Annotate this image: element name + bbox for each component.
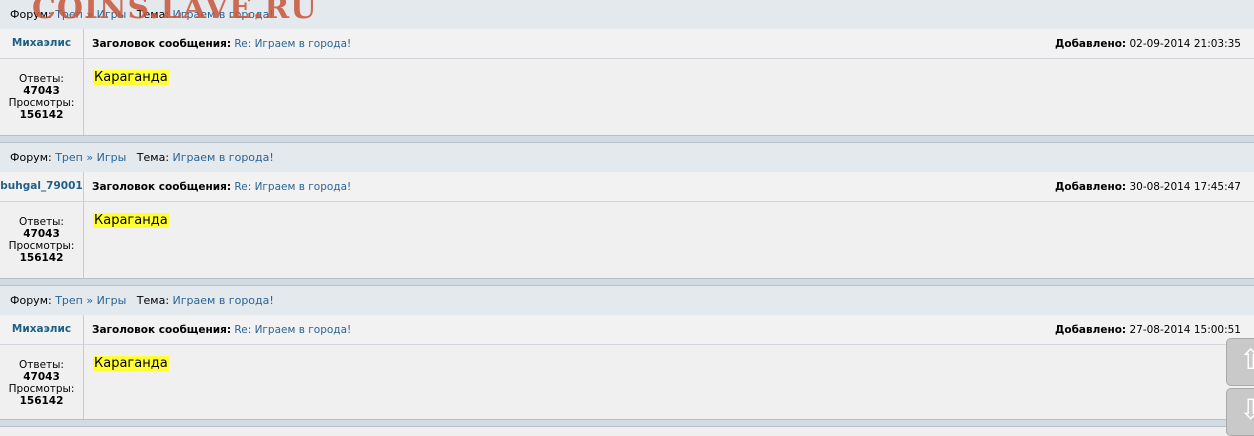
forum-label: Форум: bbox=[10, 294, 52, 307]
post-header-row: Михаэлис Заголовок сообщения: Re: Играем… bbox=[0, 315, 1254, 345]
topic-link[interactable]: Играем в города! bbox=[173, 151, 274, 164]
post-subject: Заголовок сообщения: Re: Играем в города… bbox=[92, 38, 351, 50]
post-message: Караганда bbox=[93, 213, 169, 228]
scroll-up-button[interactable]: ⇧ bbox=[1226, 338, 1254, 386]
replies-label: Ответы: bbox=[19, 73, 64, 85]
topic-link[interactable]: Играем в города! bbox=[173, 294, 274, 307]
post-forum-row: Форум: Треп » Игры Тема: Играем в города… bbox=[0, 143, 1254, 173]
post-forum-row: Форум: Треп » Игры Тема: Играем в города… bbox=[0, 286, 1254, 316]
post-message: Караганда bbox=[93, 356, 169, 371]
subforum-link[interactable]: Игры bbox=[97, 294, 127, 307]
subject-label: Заголовок сообщения: bbox=[92, 181, 232, 193]
replies-label: Ответы: bbox=[19, 216, 64, 228]
subject-link[interactable]: Re: Играем в города! bbox=[234, 181, 351, 193]
date-value: 02-09-2014 21:03:35 bbox=[1129, 38, 1241, 50]
breadcrumb-separator: » bbox=[86, 294, 94, 307]
post-date: Добавлено: 27-08-2014 15:00:51 bbox=[1055, 324, 1241, 336]
post-message: Караганда bbox=[93, 70, 169, 85]
post-header-row: Михаэлис Заголовок сообщения: Re: Играем… bbox=[0, 29, 1254, 59]
replies-count: 47043 bbox=[23, 85, 60, 97]
subforum-link[interactable]: Игры bbox=[97, 151, 127, 164]
post-separator bbox=[0, 419, 1254, 427]
post-body-row: Ответы: 47043 Просмотры: 156142 Караганд… bbox=[0, 202, 1254, 278]
subject-link[interactable]: Re: Играем в города! bbox=[234, 324, 351, 336]
arrow-down-icon: ⇩ bbox=[1239, 393, 1254, 426]
views-label: Просмотры: bbox=[8, 97, 75, 109]
author-name[interactable]: Михаэлис bbox=[0, 315, 84, 344]
post-date: Добавлено: 30-08-2014 17:45:47 bbox=[1055, 181, 1241, 193]
post-body-row: Ответы: 47043 Просмотры: 156142 Караганд… bbox=[0, 59, 1254, 135]
subject-label: Заголовок сообщения: bbox=[92, 38, 232, 50]
views-count: 156142 bbox=[19, 252, 64, 264]
site-watermark: COINS.LAVE.RU bbox=[32, 0, 318, 26]
replies-label: Ответы: bbox=[19, 359, 64, 371]
subject-link[interactable]: Re: Играем в города! bbox=[234, 38, 351, 50]
date-value: 30-08-2014 17:45:47 bbox=[1129, 181, 1241, 193]
topic-label: Тема: bbox=[136, 151, 170, 164]
topic-stats: Ответы: 47043 Просмотры: 156142 bbox=[0, 202, 84, 278]
added-label: Добавлено: bbox=[1055, 324, 1127, 336]
post-subject: Заголовок сообщения: Re: Играем в города… bbox=[92, 181, 351, 193]
post-header-row: buhgal_79001 Заголовок сообщения: Re: Иг… bbox=[0, 172, 1254, 202]
subject-label: Заголовок сообщения: bbox=[92, 324, 232, 336]
topic-label: Тема: bbox=[136, 294, 170, 307]
arrow-up-icon: ⇧ bbox=[1239, 343, 1254, 376]
post-subject: Заголовок сообщения: Re: Играем в города… bbox=[92, 324, 351, 336]
views-count: 156142 bbox=[19, 395, 64, 407]
views-label: Просмотры: bbox=[8, 383, 75, 395]
post-body-row: Ответы: 47043 Просмотры: 156142 Караганд… bbox=[0, 345, 1254, 421]
forum-link[interactable]: Треп bbox=[55, 294, 83, 307]
author-name[interactable]: buhgal_79001 bbox=[0, 172, 84, 201]
forum-link[interactable]: Треп bbox=[55, 151, 83, 164]
views-label: Просмотры: bbox=[8, 240, 75, 252]
post-date: Добавлено: 02-09-2014 21:03:35 bbox=[1055, 38, 1241, 50]
author-name[interactable]: Михаэлис bbox=[0, 29, 84, 58]
post-separator bbox=[0, 135, 1254, 143]
added-label: Добавлено: bbox=[1055, 38, 1127, 50]
replies-count: 47043 bbox=[23, 371, 60, 383]
added-label: Добавлено: bbox=[1055, 181, 1127, 193]
forum-label: Форум: bbox=[10, 151, 52, 164]
scroll-down-button[interactable]: ⇩ bbox=[1226, 388, 1254, 436]
replies-count: 47043 bbox=[23, 228, 60, 240]
breadcrumb-separator: » bbox=[86, 151, 94, 164]
post-separator bbox=[0, 278, 1254, 286]
topic-stats: Ответы: 47043 Просмотры: 156142 bbox=[0, 59, 84, 135]
date-value: 27-08-2014 15:00:51 bbox=[1129, 324, 1241, 336]
topic-stats: Ответы: 47043 Просмотры: 156142 bbox=[0, 345, 84, 421]
views-count: 156142 bbox=[19, 109, 64, 121]
